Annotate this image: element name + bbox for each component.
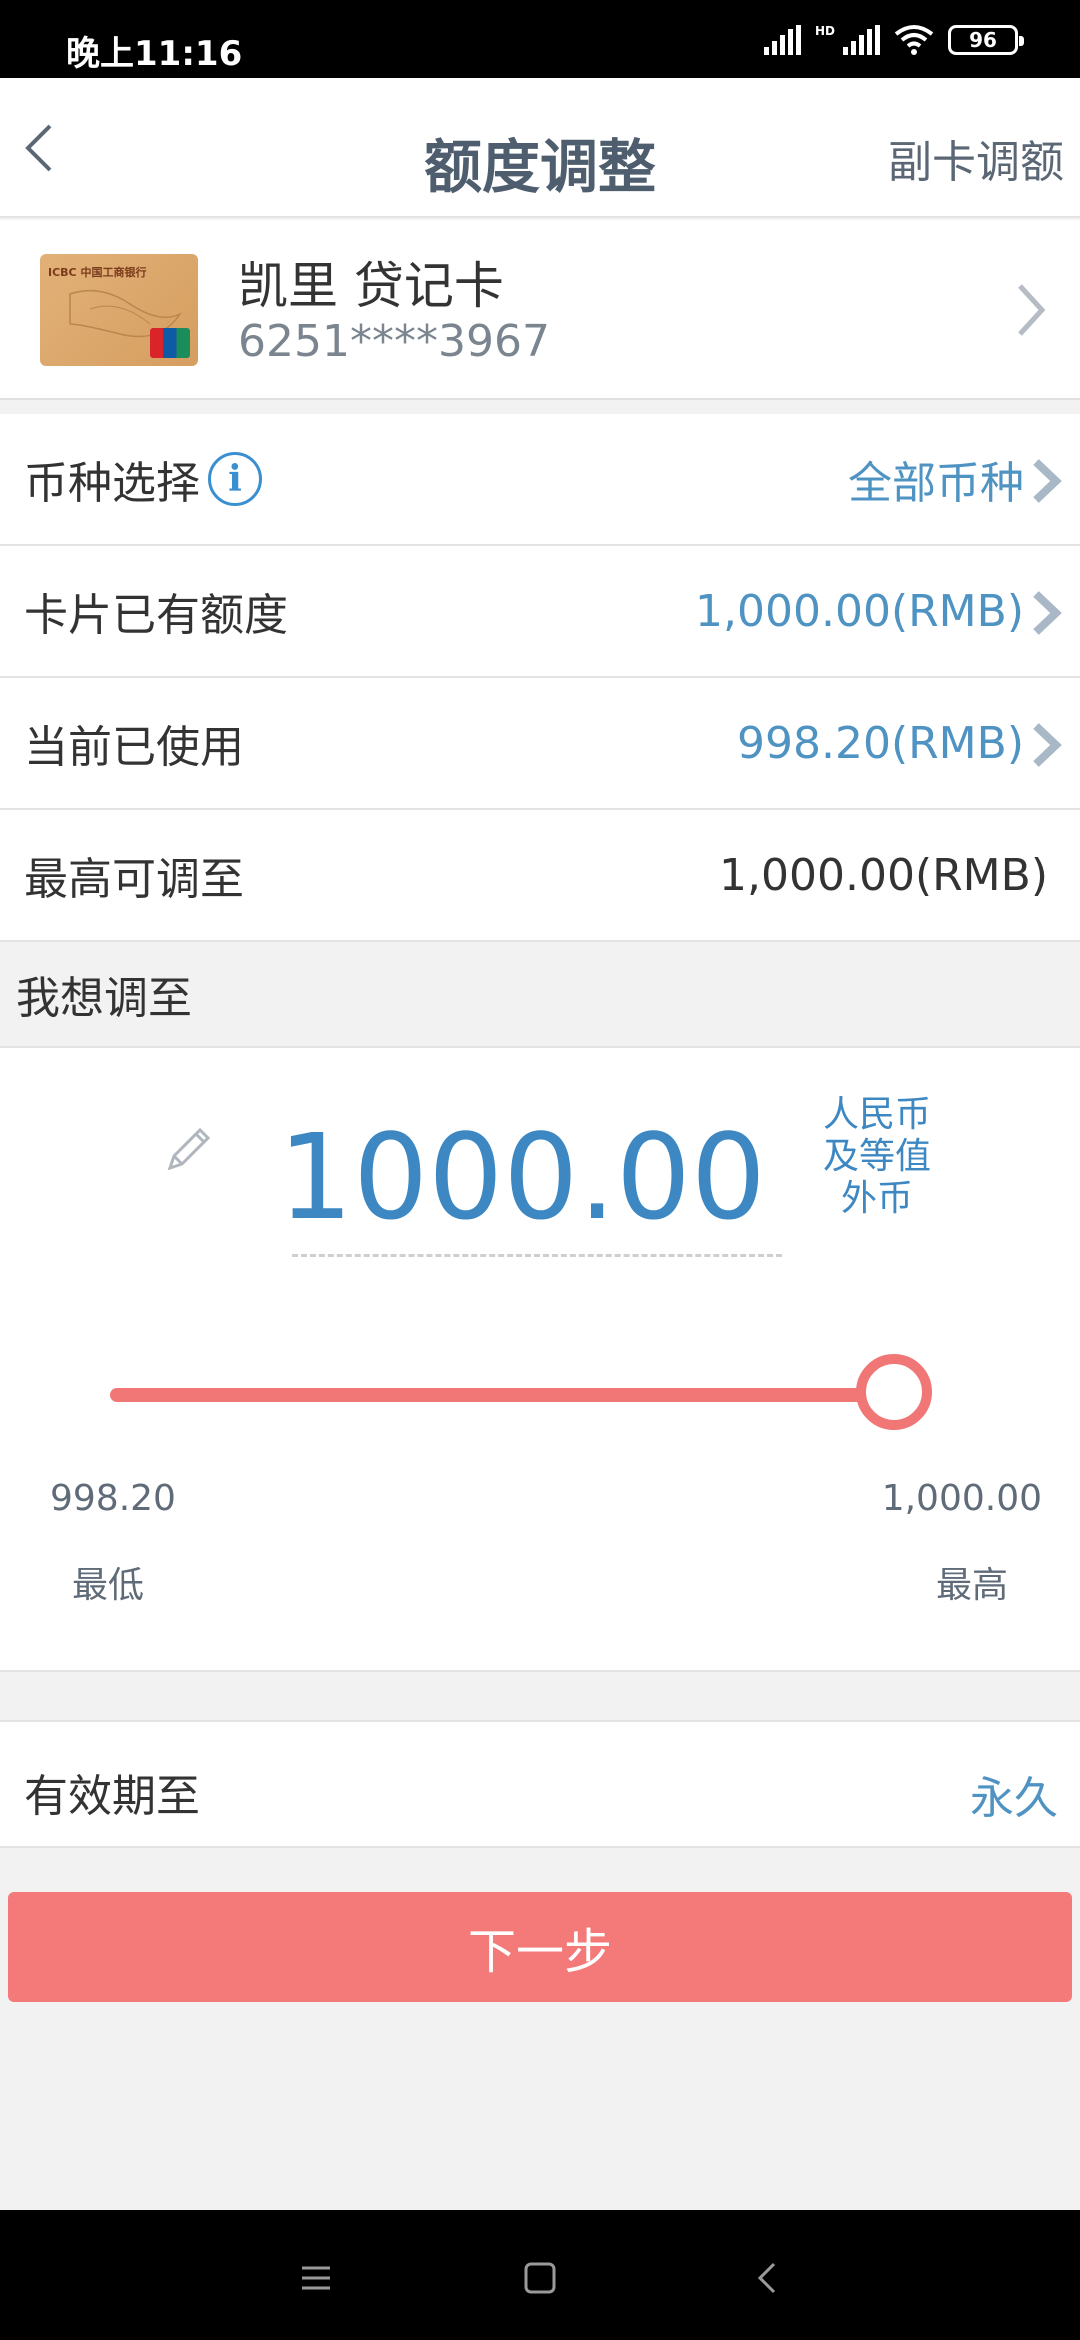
validity-label: 有效期至 [24, 1771, 200, 1822]
status-time: 晚上11:16 [66, 34, 243, 74]
battery-icon: 96 [948, 25, 1024, 55]
max-adjustable-row: 最高可调至 1,000.00(RMB) [0, 810, 1080, 942]
home-icon[interactable] [520, 2258, 560, 2298]
card-selector[interactable]: ICBC 中国工商银行 凯里 贷记卡 6251****3967 [0, 220, 1080, 400]
unionpay-logo [150, 328, 190, 358]
info-icon[interactable]: i [208, 452, 262, 506]
back-icon[interactable] [748, 2258, 788, 2298]
section-label: 我想调至 [16, 973, 192, 1024]
hd-badge: HD [814, 24, 835, 38]
amount-underline [292, 1254, 782, 1257]
row-value: 998.20(RMB) [736, 717, 1024, 769]
slider-handle[interactable] [856, 1354, 932, 1430]
currency-line: 及等值 [822, 1136, 931, 1177]
chevron-right-icon [1033, 723, 1062, 767]
row-value: 全部币种 [848, 458, 1024, 509]
slider-min-value: 998.20 [50, 1478, 176, 1519]
row-label: 币种选择 [24, 458, 200, 509]
next-step-button[interactable]: 下一步 [8, 1892, 1072, 2002]
slider-max-value: 1,000.00 [881, 1478, 1042, 1519]
chevron-right-icon [1033, 591, 1062, 635]
validity-value: 永久 [970, 1773, 1058, 1824]
used-amount-row[interactable]: 当前已使用 998.20(RMB) [0, 678, 1080, 810]
header-bar: 额度调整 副卡调额 [0, 78, 1080, 218]
limit-info-list: 币种选择 i 全部币种 卡片已有额度 1,000.00(RMB) 当前已使用 9… [0, 414, 1080, 942]
signal-icon [763, 25, 801, 55]
chevron-right-icon [1018, 284, 1046, 336]
row-value: 1,000.00(RMB) [695, 585, 1024, 637]
card-name: 凯里 贷记卡 [238, 257, 504, 315]
validity-row[interactable]: 有效期至 永久 [0, 1720, 1080, 1848]
currency-line: 人民币 [822, 1094, 931, 1135]
system-nav-bar [0, 2210, 1080, 2340]
wifi-icon [894, 25, 934, 55]
battery-level: 96 [969, 28, 997, 52]
chevron-right-icon [1033, 459, 1062, 503]
adjust-panel: 1000.00 人民币 及等值 外币 998.20 1,000.00 最低 最高 [0, 1046, 1080, 1672]
row-label: 卡片已有额度 [24, 590, 288, 641]
menu-icon[interactable] [296, 2258, 336, 2298]
row-value: 1,000.00(RMB) [719, 849, 1048, 901]
slider-min-label: 最低 [72, 1565, 145, 1606]
row-label: 当前已使用 [24, 722, 244, 773]
card-image: ICBC 中国工商银行 [40, 254, 198, 366]
status-bar: 晚上11:16 HD 96 [0, 0, 1080, 78]
card-number: 6251****3967 [238, 316, 550, 367]
slider-max-label: 最高 [935, 1565, 1008, 1606]
row-label: 最高可调至 [24, 854, 244, 905]
status-icons: HD 96 [763, 24, 1024, 56]
sub-card-adjust-link[interactable]: 副卡调额 [888, 126, 1064, 190]
slider-track[interactable] [110, 1388, 930, 1402]
currency-line: 外币 [840, 1178, 913, 1219]
existing-limit-row[interactable]: 卡片已有额度 1,000.00(RMB) [0, 546, 1080, 678]
currency-note: 人民币 及等值 外币 [812, 1094, 942, 1220]
currency-select-row[interactable]: 币种选择 i 全部币种 [0, 414, 1080, 546]
signal-icon-2 [843, 25, 880, 55]
